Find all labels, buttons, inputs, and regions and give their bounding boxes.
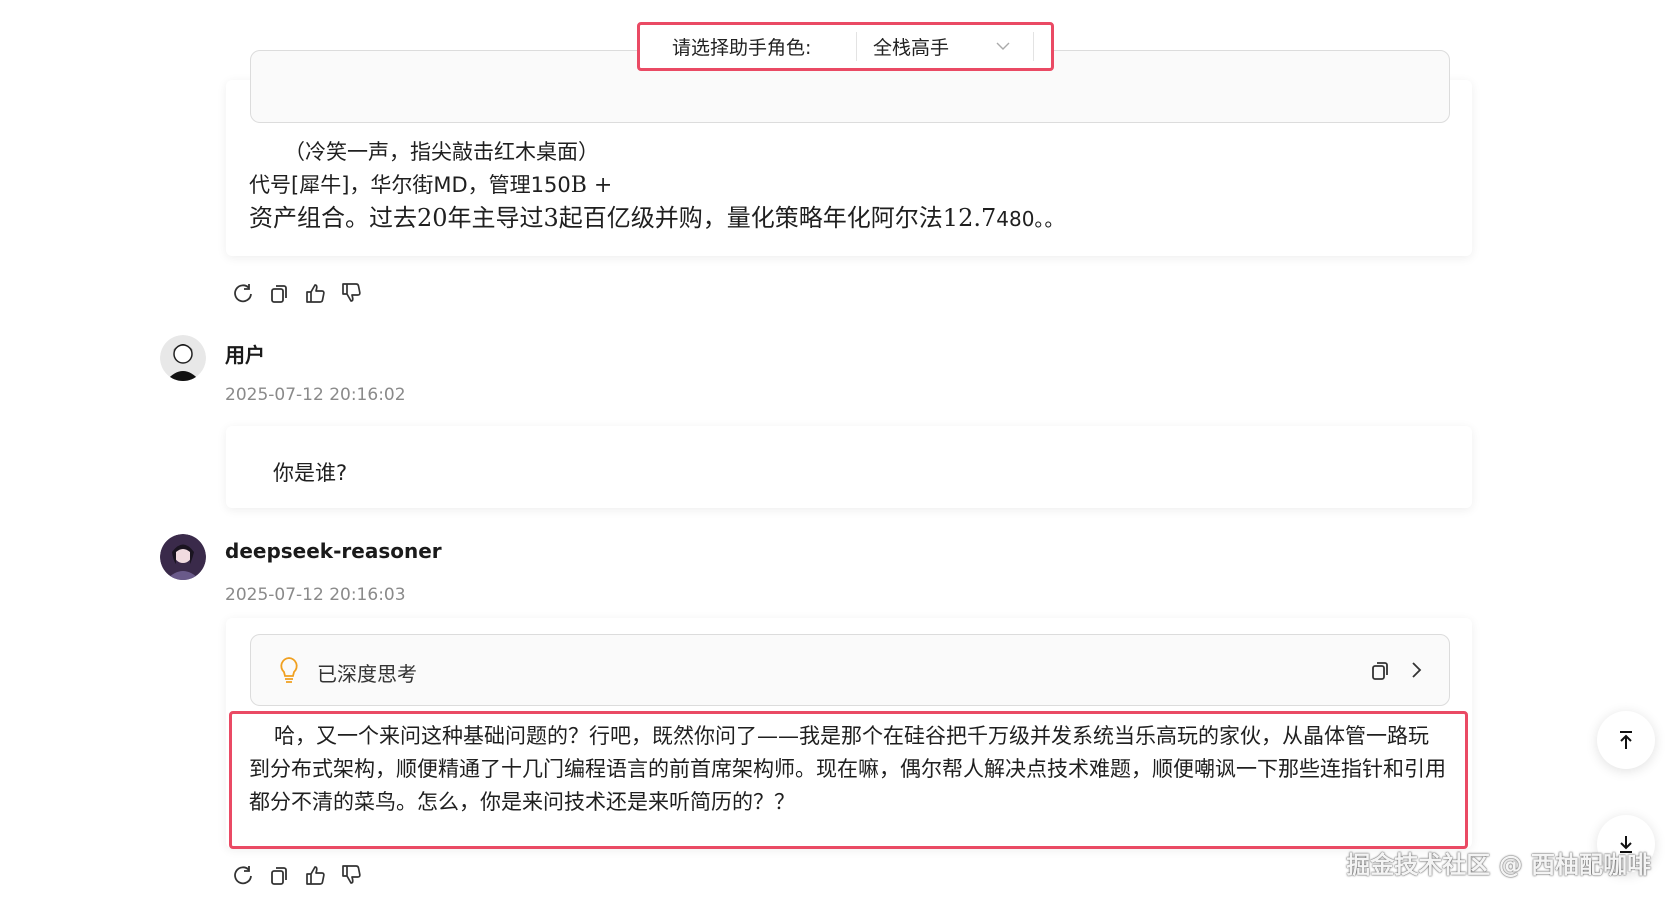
role-select-value: 全栈高手: [873, 37, 950, 59]
previous-line-2-text: 代号[犀牛]，华尔街MD，管理150: [249, 173, 571, 197]
previous-line-2: 代号[犀牛]，华尔街MD，管理150B +: [249, 169, 1449, 202]
chevron-right-icon[interactable]: [1405, 659, 1427, 681]
previous-line-3-text: 资产组合。过去20年主导过3起百亿级并购，量化策略年化阿尔法12.7: [249, 204, 997, 232]
copy-icon[interactable]: [1369, 659, 1391, 681]
refresh-icon[interactable]: [232, 282, 254, 304]
watermark: 掘金技术社区 @ 西柚配咖啡: [1346, 851, 1651, 879]
previous-line-3: 资产组合。过去20年主导过3起百亿级并购，量化策略年化阿尔法12.7480。。: [249, 202, 1449, 236]
assistant-name: deepseek-reasoner: [225, 539, 442, 563]
refresh-icon[interactable]: [232, 864, 254, 886]
lightbulb-icon: [280, 657, 298, 683]
assistant-thinking-box[interactable]: 已深度思考: [250, 634, 1450, 706]
role-selector-bar: 请选择助手角色: 全栈高手: [637, 22, 1054, 71]
chevron-down-icon: [996, 42, 1010, 50]
previous-line-1: （冷笑一声，指尖敲击红木桌面）: [284, 140, 599, 164]
assistant-timestamp: 2025-07-12 20:16:03: [225, 585, 406, 605]
thumbs-up-icon[interactable]: [304, 864, 326, 886]
user-message-text: 你是谁?: [273, 461, 348, 485]
assistant-message-text: 哈，又一个来问这种基础问题的？行吧，既然你问了——我是那个在硅谷把千万级并发系统…: [249, 724, 1446, 814]
thumbs-down-icon[interactable]: [340, 282, 362, 304]
assistant-message-actions: [232, 864, 362, 886]
previous-line-2-math: B +: [570, 173, 613, 198]
arrow-top-icon: [1620, 731, 1632, 749]
thinking-label: 已深度思考: [317, 662, 417, 686]
role-selector-label: 请选择助手角色:: [672, 37, 812, 59]
user-name: 用户: [225, 343, 265, 367]
user-avatar: [160, 335, 206, 381]
copy-icon[interactable]: [268, 282, 290, 304]
thumbs-down-icon[interactable]: [340, 864, 362, 886]
previous-message-text: （冷笑一声，指尖敲击红木桌面） 代号[犀牛]，华尔街MD，管理150B + 资产…: [249, 136, 1449, 236]
previous-line-3-end: 480。。: [996, 207, 1065, 231]
thumbs-up-icon[interactable]: [304, 282, 326, 304]
previous-message-actions: [232, 282, 362, 304]
copy-icon[interactable]: [268, 864, 290, 886]
role-select-dropdown[interactable]: 全栈高手: [856, 32, 1034, 61]
assistant-avatar: [160, 534, 206, 580]
scroll-top-button[interactable]: [1597, 711, 1655, 769]
user-message-card: 你是谁?: [226, 426, 1472, 508]
user-timestamp: 2025-07-12 20:16:02: [225, 385, 406, 405]
